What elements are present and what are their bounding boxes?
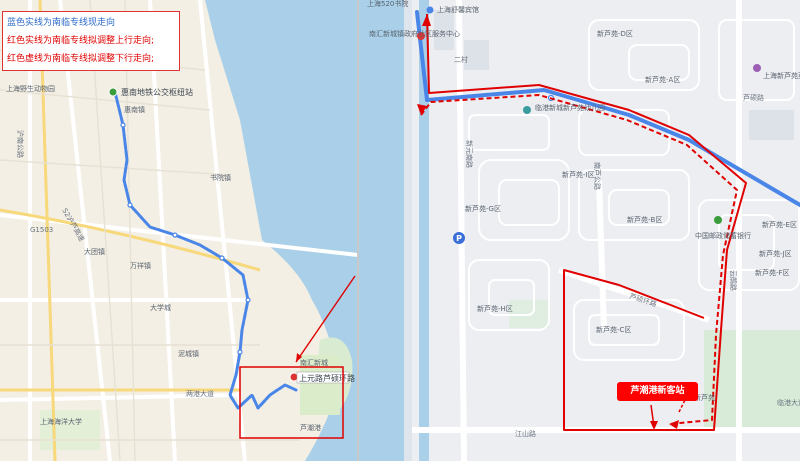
svg-text:新芦苑-H区: 新芦苑-H区 xyxy=(477,304,513,313)
svg-text:新芦苑-D区: 新芦苑-D区 xyxy=(597,29,633,38)
svg-text:G1503: G1503 xyxy=(30,226,53,234)
svg-text:新芦苑-F区: 新芦苑-F区 xyxy=(755,268,790,277)
svg-text:新元南路: 新元南路 xyxy=(465,140,474,168)
svg-text:云鹃路: 云鹃路 xyxy=(729,270,738,291)
start-stop-marker[interactable] xyxy=(108,87,118,97)
svg-text:芦硕路: 芦硕路 xyxy=(743,93,764,102)
svg-text:新芦苑-B区: 新芦苑-B区 xyxy=(627,215,662,224)
svg-text:新芦苑-E区: 新芦苑-E区 xyxy=(762,220,797,229)
svg-text:新芦苑-J区: 新芦苑-J区 xyxy=(759,249,792,258)
svg-text:上海舒馨宾馆: 上海舒馨宾馆 xyxy=(437,5,479,14)
start-stop-label: 惠南地铁公交枢纽站 xyxy=(121,87,193,97)
poi-marker-kindergarten[interactable] xyxy=(523,106,531,114)
legend-adjusted-up-route: 红色实线为南临专线拟调整上行走向; xyxy=(7,36,155,46)
svg-text:万祥镇: 万祥镇 xyxy=(130,261,151,270)
svg-text:上海野生动物园: 上海野生动物园 xyxy=(6,84,55,93)
svg-text:江山路: 江山路 xyxy=(515,429,536,438)
svg-text:P: P xyxy=(456,234,462,243)
svg-text:两港大道: 两港大道 xyxy=(186,389,214,398)
svg-text:上海520书院: 上海520书院 xyxy=(367,0,408,8)
svg-text:大团镇: 大团镇 xyxy=(84,247,105,256)
svg-text:二村: 二村 xyxy=(454,55,468,64)
overview-map[interactable]: 惠南地铁公交枢纽站 上元路芦硕环路 上海野生动物园 惠南镇 大团镇 南汇新城 万… xyxy=(0,0,358,461)
river-west xyxy=(359,0,404,461)
poi-marker-bank[interactable] xyxy=(714,216,722,224)
detail-map[interactable]: P 上海520书院 上海舒馨宾馆 南汇新城镇政府社区服务中心 临港新城新芦苑幼儿… xyxy=(359,0,800,461)
poi-marker-hotel[interactable] xyxy=(426,6,434,14)
svg-text:芦潮港: 芦潮港 xyxy=(300,423,321,432)
svg-text:南汇新城: 南汇新城 xyxy=(300,358,328,367)
svg-text:新芦苑-G区: 新芦苑-G区 xyxy=(465,204,501,213)
svg-text:书院镇: 书院镇 xyxy=(210,173,231,182)
svg-text:新芦苑-C区: 新芦苑-C区 xyxy=(596,325,631,334)
svg-text:临港大道: 临港大道 xyxy=(777,398,800,407)
svg-text:新芦苑-I区: 新芦苑-I区 xyxy=(562,170,595,179)
svg-text:南芦公路: 南芦公路 xyxy=(593,162,602,190)
route-legend: 蓝色实线为南临专线现走向 红色实线为南临专线拟调整上行走向; 红色虚线为南临专线… xyxy=(2,11,180,71)
poi-marker-market[interactable] xyxy=(753,64,761,72)
svg-text:大学城: 大学城 xyxy=(150,303,171,312)
svg-text:沪南公路: 沪南公路 xyxy=(16,130,25,158)
svg-text:临港新城新芦苑幼儿园: 临港新城新芦苑幼儿园 xyxy=(535,103,605,112)
svg-text:南汇新城镇政府社区服务中心: 南汇新城镇政府社区服务中心 xyxy=(369,29,460,38)
map-comparison: 惠南地铁公交枢纽站 上元路芦硕环路 上海野生动物园 惠南镇 大团镇 南汇新城 万… xyxy=(0,0,800,461)
detail-map-canvas: P 上海520书院 上海舒馨宾馆 南汇新城镇政府社区服务中心 临港新城新芦苑幼儿… xyxy=(359,0,800,461)
svg-text:中国邮政储蓄银行: 中国邮政储蓄银行 xyxy=(695,231,751,240)
legend-current-route: 蓝色实线为南临专线现走向 xyxy=(7,18,116,28)
svg-text:泥城镇: 泥城镇 xyxy=(178,349,199,358)
legend-adjusted-down-route: 红色虚线为南临专线拟调整下行走向; xyxy=(7,54,155,64)
svg-text:新芦苑-A区: 新芦苑-A区 xyxy=(645,75,680,84)
end-stop-label: 上元路芦硕环路 xyxy=(299,373,355,383)
svg-text:上海新芦苑菜市场: 上海新芦苑菜市场 xyxy=(763,71,800,80)
terminus-label: 芦潮港新客站 xyxy=(617,382,698,401)
svg-text:上海海洋大学: 上海海洋大学 xyxy=(40,417,82,426)
svg-text:惠南镇: 惠南镇 xyxy=(124,105,145,114)
